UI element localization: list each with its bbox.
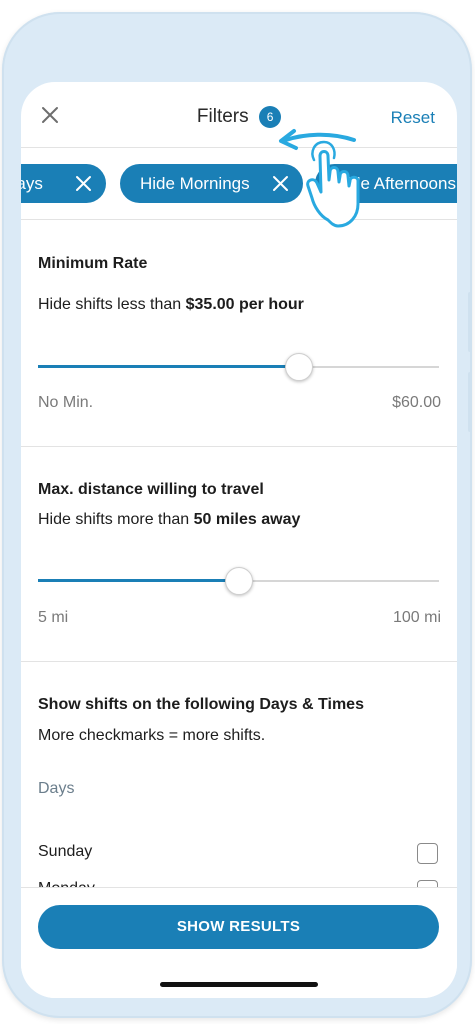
subtitle-prefix: Hide shifts more than [38,511,194,528]
distance-section: Max. distance willing to travel Hide shi… [21,447,457,662]
range-min-label: No Min. [38,394,94,411]
side-button [468,372,472,432]
distance-subtitle: Hide shifts more than 50 miles away [38,511,300,529]
slider-fill [38,579,239,582]
slider-thumb[interactable] [284,353,313,381]
days-times-title: Show shifts on the following Days & Time… [38,696,364,713]
days-times-subtitle: More checkmarks = more shifts. [38,727,266,744]
slider-fill [38,365,299,368]
home-indicator [160,982,318,987]
day-name: Sunday [38,843,93,860]
distance-title: Max. distance willing to travel [38,481,264,498]
minimum-rate-slider[interactable] [38,352,439,382]
active-filter-chips[interactable]: Hide Sundays Hide Mornings Hide Afternoo… [21,148,457,220]
page-title: Filters [196,106,249,127]
days-label: Days [38,780,75,797]
filters-header: Filters 6 Reset [21,82,457,148]
show-results-button[interactable]: SHOW RESULTS [38,905,439,949]
subtitle-value: 50 miles away [193,511,301,528]
range-min-label: 5 mi [38,609,69,626]
distance-slider[interactable] [38,566,439,596]
chip-label: Hide Mornings [140,174,250,193]
filters-screen: Filters 6 Reset Hide Sundays Hide Mornin… [21,82,457,998]
range-max-label: $60.00 [392,394,441,411]
range-max-label: 100 mi [392,609,441,626]
day-row-sunday[interactable]: Sunday [38,843,438,867]
chip-hide-mornings[interactable]: Hide Mornings [120,164,303,203]
days-times-section: Show shifts on the following Days & Time… [21,662,457,902]
phone-frame: Filters 6 Reset Hide Sundays Hide Mornin… [2,12,472,1018]
x-icon[interactable] [75,175,92,192]
subtitle-value: $35.00 per hour [185,296,304,313]
subtitle-prefix: Hide shifts less than [38,296,186,313]
side-button [468,292,472,352]
day-checkbox[interactable] [417,843,438,864]
x-icon[interactable] [272,175,289,192]
reset-button[interactable]: Reset [391,108,435,128]
chip-label: Hide Sundays [21,174,43,193]
chip-hide-sundays[interactable]: Hide Sundays [21,164,106,203]
filter-count-badge: 6 [259,106,282,128]
footer: SHOW RESULTS [21,887,457,998]
slider-thumb[interactable] [224,567,253,595]
minimum-rate-subtitle: Hide shifts less than $35.00 per hour [38,296,304,314]
minimum-rate-title: Minimum Rate [38,255,148,272]
chip-hide-afternoons[interactable]: Hide Afternoons [315,164,457,203]
chip-label: Hide Afternoons [335,174,456,193]
minimum-rate-section: Minimum Rate Hide shifts less than $35.0… [21,220,457,447]
